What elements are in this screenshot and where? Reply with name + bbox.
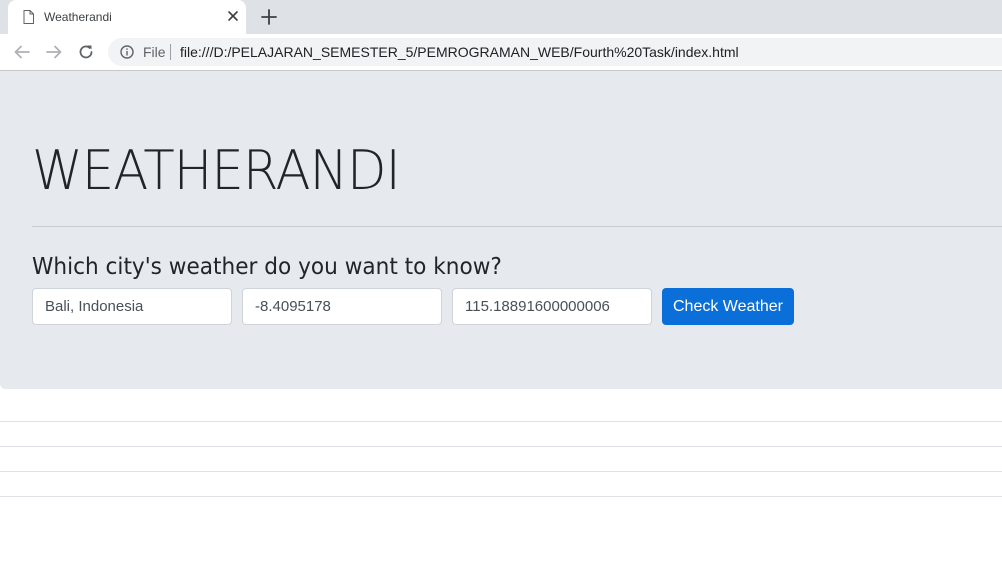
tab-strip: Weatherandi xyxy=(0,0,1002,34)
list-item-divider xyxy=(0,446,1002,447)
city-input[interactable] xyxy=(32,288,232,325)
list-item-divider xyxy=(0,421,1002,422)
reload-icon[interactable] xyxy=(77,43,95,61)
forward-arrow-icon[interactable] xyxy=(45,43,63,61)
jumbotron: WEATHERANDI Which city's weather do you … xyxy=(0,71,1002,389)
divider xyxy=(32,226,1002,227)
omnibox-divider xyxy=(170,44,171,60)
address-bar[interactable]: File file:///D:/PELAJARAN_SEMESTER_5/PEM… xyxy=(108,38,1002,66)
check-weather-button[interactable]: Check Weather xyxy=(662,288,794,325)
page-title: WEATHERANDI xyxy=(32,139,401,202)
page-icon xyxy=(23,10,34,24)
url-text[interactable]: file:///D:/PELAJARAN_SEMESTER_5/PEMROGRA… xyxy=(180,44,739,60)
scheme-label: File xyxy=(143,44,166,60)
latitude-input[interactable] xyxy=(242,288,442,325)
city-question: Which city's weather do you want to know… xyxy=(32,254,502,280)
longitude-input[interactable] xyxy=(452,288,652,325)
browser-toolbar: File file:///D:/PELAJARAN_SEMESTER_5/PEM… xyxy=(0,34,1002,71)
tab-title: Weatherandi xyxy=(44,10,112,24)
list-item-divider xyxy=(0,496,1002,497)
back-arrow-icon[interactable] xyxy=(13,43,31,61)
info-icon[interactable] xyxy=(120,45,134,59)
plus-icon[interactable] xyxy=(260,8,278,26)
browser-tab[interactable]: Weatherandi xyxy=(8,0,246,34)
list-item-divider xyxy=(0,471,1002,472)
close-icon[interactable] xyxy=(226,9,240,23)
